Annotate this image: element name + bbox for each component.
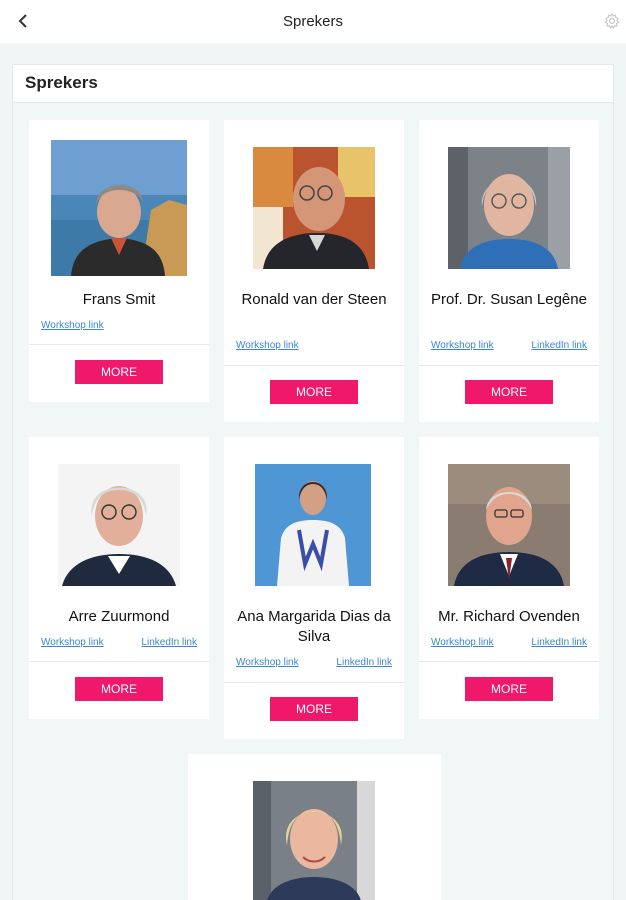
speaker-photo: [448, 464, 570, 586]
app-title: Sprekers: [282, 13, 344, 30]
more-button[interactable]: MORE: [465, 677, 553, 701]
linkedin-link[interactable]: LinkedIn link: [141, 637, 197, 648]
speaker-name: Frans Smit: [82, 291, 156, 308]
speaker-photo: [253, 781, 375, 900]
linkedin-link[interactable]: LinkedIn link: [336, 657, 392, 668]
speaker-card: Ana Margarida Dias da Silva Workshop lin…: [224, 437, 404, 739]
divider: [29, 661, 209, 662]
linkedin-link[interactable]: LinkedIn link: [531, 340, 587, 351]
speaker-card: Ronald van der Steen Workshop link MORE: [224, 120, 404, 422]
divider: [419, 365, 599, 366]
linkedin-link[interactable]: LinkedIn link: [531, 637, 587, 648]
more-button[interactable]: MORE: [465, 380, 553, 404]
speaker-card: Mr. Richard Ovenden Workshop link Linked…: [419, 437, 599, 719]
speaker-name: Ronald van der Steen: [241, 291, 387, 308]
workshop-link[interactable]: Workshop link: [41, 320, 104, 331]
speaker-photo: [51, 140, 187, 276]
speaker-name: Arre Zuurmond: [68, 608, 170, 625]
more-button[interactable]: MORE: [270, 380, 358, 404]
speaker-card: Prof. Dr. Susan Legêne Workshop link Lin…: [419, 120, 599, 422]
panel-title: Sprekers: [25, 73, 98, 92]
speaker-photo: [255, 464, 371, 586]
speaker-name: Ana Margarida Dias da Silva: [237, 608, 391, 645]
speaker-photo: [448, 147, 570, 269]
panel-header: Sprekers: [13, 65, 613, 103]
more-button[interactable]: MORE: [75, 677, 163, 701]
speaker-card: Arre Zuurmond Workshop link LinkedIn lin…: [29, 437, 209, 719]
speaker-name: Prof. Dr. Susan Legêne: [431, 291, 587, 308]
speaker-card: Frans Smit Workshop link MORE: [29, 120, 209, 402]
workshop-link[interactable]: Workshop link: [41, 637, 104, 648]
workshop-link[interactable]: Workshop link: [236, 340, 299, 351]
speaker-photo: [253, 147, 375, 269]
more-button[interactable]: MORE: [270, 697, 358, 721]
divider: [419, 661, 599, 662]
settings-button[interactable]: [603, 12, 621, 30]
speaker-card: [188, 754, 441, 900]
top-bar: Sprekers: [0, 0, 626, 43]
divider: [29, 344, 209, 345]
more-button[interactable]: MORE: [75, 360, 163, 384]
divider: [224, 365, 404, 366]
speakers-panel: Sprekers Frans Smit Workshop link MORE R…: [12, 64, 614, 900]
workshop-link[interactable]: Workshop link: [431, 340, 494, 351]
workshop-link[interactable]: Workshop link: [236, 657, 299, 668]
gear-icon: [604, 12, 620, 29]
speaker-name: Mr. Richard Ovenden: [438, 608, 580, 625]
speaker-photo: [58, 464, 180, 586]
divider: [224, 682, 404, 683]
workshop-link[interactable]: Workshop link: [431, 637, 494, 648]
